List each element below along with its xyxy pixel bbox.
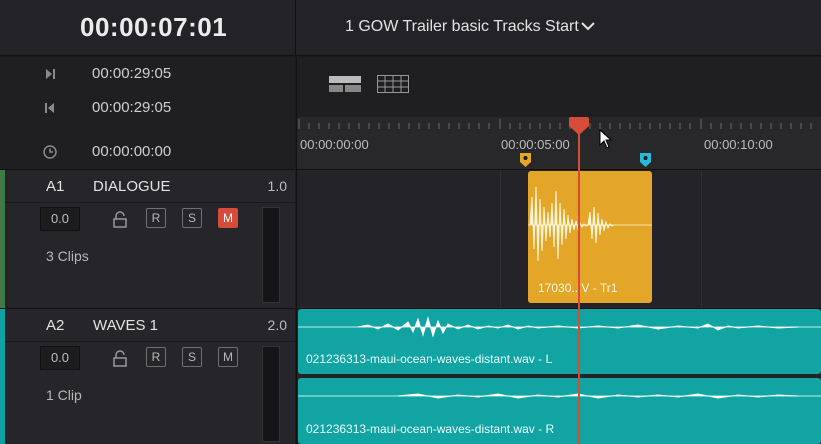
clock-icon[interactable] [42, 144, 58, 160]
marker-orange[interactable] [520, 153, 531, 167]
grid-view-icon[interactable] [377, 75, 409, 93]
solo-button[interactable]: S [182, 208, 202, 228]
ruler-label-5: 00:00:05:00 [501, 137, 570, 152]
track-divider [5, 202, 295, 203]
track-level-a2: 2.0 [267, 317, 287, 333]
clip-waveform [298, 316, 821, 338]
track-name-a2[interactable]: WAVES 1 [93, 317, 158, 334]
ruler-area: 00:00:00:00 00:00:05:00 00:00:10:00 [296, 57, 821, 169]
audio-clip-waves-left[interactable]: 021236313-maui-ocean-waves-distant.wav -… [298, 309, 821, 374]
audio-meter-a1 [262, 207, 280, 303]
clip-waveform [528, 186, 652, 262]
clip-count-a1: 3 Clips [46, 248, 89, 264]
stacked-timeline-view-icon[interactable] [329, 75, 361, 93]
timecode-info-panel: 00:00:29:05 00:00:29:05 00:00:00:00 [0, 57, 295, 169]
ruler-ticks [298, 119, 812, 129]
clip-waveform [298, 393, 821, 399]
marker-cyan[interactable] [640, 153, 651, 167]
grid-line [500, 170, 501, 308]
track-name-a1[interactable]: DIALOGUE [93, 178, 171, 195]
audio-clip-dialogue[interactable]: 17030...V - Tr1 [528, 171, 652, 303]
playhead-handle[interactable] [569, 117, 589, 135]
timeline-name-dropdown[interactable]: 1 GOW Trailer basic Tracks Start [345, 18, 579, 36]
clip-label-waves-right: 021236313-maui-ocean-waves-distant.wav -… [306, 422, 555, 436]
clip-count-a2: 1 Clip [46, 387, 82, 403]
ruler-label-0: 00:00:00:00 [300, 137, 369, 152]
track-header-a2[interactable]: A2 WAVES 1 2.0 0.0 R S M 1 Clip [0, 308, 295, 444]
go-to-start-icon[interactable] [42, 100, 58, 116]
track-level-a1: 1.0 [267, 178, 287, 194]
grid-line [701, 170, 702, 308]
lock-icon[interactable] [112, 211, 128, 228]
start-timecode: 00:00:29:05 [92, 99, 172, 116]
mute-button[interactable]: M [218, 208, 238, 228]
volume-field-a2[interactable]: 0.0 [40, 346, 80, 370]
duration-timecode: 00:00:00:00 [92, 143, 172, 160]
volume-field-a1[interactable]: 0.0 [40, 207, 80, 231]
track-id-a2: A2 [46, 317, 65, 334]
track-color-a2 [0, 309, 5, 444]
ruler-label-10: 00:00:10:00 [704, 137, 773, 152]
playhead-line[interactable] [578, 125, 580, 444]
audio-meter-a2 [262, 346, 280, 442]
header-divider [295, 0, 296, 56]
track-id-a1: A1 [46, 178, 65, 195]
current-timecode[interactable]: 00:00:07:01 [80, 12, 227, 43]
end-timecode: 00:00:29:05 [92, 65, 172, 82]
timeline-header: 00:00:07:01 1 GOW Trailer basic Tracks S… [0, 0, 821, 56]
track-header-a1[interactable]: A1 DIALOGUE 1.0 0.0 R S M 3 Clips [0, 169, 295, 308]
track-divider [5, 341, 295, 342]
clip-label-waves-left: 021236313-maui-ocean-waves-distant.wav -… [306, 352, 553, 366]
audio-clip-waves-right[interactable]: 021236313-maui-ocean-waves-distant.wav -… [298, 378, 821, 444]
record-arm-button[interactable]: R [146, 347, 166, 367]
timecode-row-end: 00:00:29:05 [0, 57, 295, 91]
solo-button[interactable]: S [182, 347, 202, 367]
timecode-row-clock: 00:00:00:00 [0, 135, 295, 169]
track-color-a1 [0, 170, 5, 308]
record-arm-button[interactable]: R [146, 208, 166, 228]
chevron-down-icon[interactable] [578, 16, 598, 36]
mute-button[interactable]: M [218, 347, 238, 367]
timeline-ruler[interactable]: 00:00:00:00 00:00:05:00 00:00:10:00 [297, 117, 821, 169]
go-to-end-icon[interactable] [42, 66, 58, 82]
timecode-row-start: 00:00:29:05 [0, 91, 295, 125]
mouse-cursor-icon [599, 129, 613, 149]
lock-icon[interactable] [112, 350, 128, 367]
